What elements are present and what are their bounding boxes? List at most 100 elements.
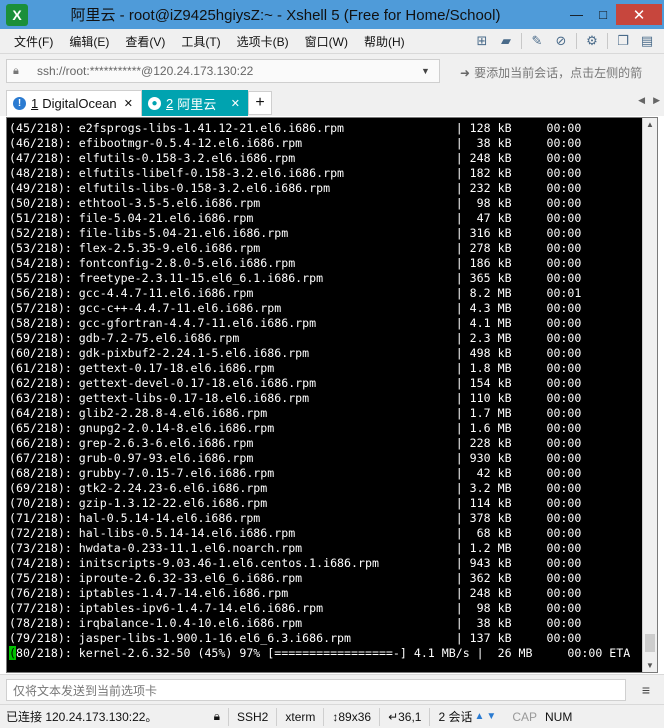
terminal-line: (54/218): fontconfig-2.8.0-5.el6.i686.rp…	[9, 256, 582, 270]
terminal-line: (56/218): gcc-4.4.7-11.el6.i686.rpm | 8.…	[9, 286, 582, 300]
terminal-line: (71/218): hal-0.5.14-14.el6.i686.rpm | 3…	[9, 511, 582, 525]
tab-number: 1	[31, 96, 39, 111]
terminal-line: (75/218): iproute-2.6.32-33.el6_6.i686.r…	[9, 571, 582, 585]
tab-scroll-arrows: ◀ ▶	[638, 95, 660, 106]
terminal-line: (49/218): elfutils-libs-0.158-3.2.el6.i6…	[9, 181, 582, 195]
session-count-field: 2 会话 ▲ ▼	[430, 705, 504, 728]
terminal-line: (45/218): e2fsprogs-libs-1.41.12-21.el6.…	[9, 121, 582, 135]
tab-aliyun[interactable]: ● 2 阿里云 ✕	[142, 90, 248, 116]
tab-label: DigitalOcean	[42, 96, 117, 111]
terminal-line: (60/218): gdk-pixbuf2-2.24.1-5.el6.i686.…	[9, 346, 582, 360]
terminal-line: (77/218): iptables-ipv6-1.4.7-14.el6.i68…	[9, 601, 582, 615]
open-folder-icon[interactable]: ▰	[497, 32, 515, 50]
terminal-line: (53/218): flex-2.5.35-9.el6.i686.rpm | 2…	[9, 241, 582, 255]
copy-icon[interactable]: ❐	[614, 32, 632, 50]
terminal-line: (48/218): elfutils-libelf-0.158-3.2.el6.…	[9, 166, 582, 180]
cursor-position-icon: ↵	[388, 709, 399, 724]
tab-digitalocean[interactable]: ! 1 DigitalOcean ✕	[6, 90, 142, 116]
hamburger-menu-icon[interactable]: ≡	[642, 682, 650, 698]
menu-file[interactable]: 文件(F)	[6, 33, 61, 50]
minimize-button[interactable]: —	[563, 4, 590, 25]
toolbar-divider	[521, 33, 522, 49]
terminal-output[interactable]: (45/218): e2fsprogs-libs-1.41.12-21.el6.…	[7, 121, 643, 671]
status-bar: 已连接 120.24.173.130:22。 🔒︎ SSH2 xterm ↕ 8…	[0, 704, 664, 728]
terminal-line: (69/218): gtk2-2.24.23-6.el6.i686.rpm | …	[9, 481, 582, 495]
terminal-cursor: (	[9, 646, 16, 660]
tab-close-icon[interactable]: ✕	[124, 97, 133, 110]
add-session-hint-text: 要添加当前会话，点击左侧的箭	[474, 66, 643, 80]
menu-tools[interactable]: 工具(T)	[173, 33, 228, 50]
tab-close-icon[interactable]: ✕	[231, 97, 240, 110]
menu-view[interactable]: 查看(V)	[117, 33, 173, 50]
title-bar: X 阿里云 - root@iZ9425hgiysZ:~ - Xshell 5 (…	[0, 0, 664, 29]
terminal-line: (76/218): iptables-1.4.7-14.el6.i686.rpm…	[9, 586, 582, 600]
add-session-hint[interactable]: ➜ 要添加当前会话，点击左侧的箭	[460, 64, 642, 81]
terminal-size-text: 89x36	[338, 709, 372, 724]
properties-icon[interactable]: ⚙	[583, 32, 601, 50]
terminal-line: (67/218): grub-0.97-93.el6.i686.rpm | 93…	[9, 451, 582, 465]
tab-status-connected-icon: ●	[148, 96, 161, 110]
terminal-line: (58/218): gcc-gfortran-4.4.7-11.el6.i686…	[9, 316, 582, 330]
download-arrow-icon[interactable]: ▼	[486, 711, 496, 722]
chevron-down-icon[interactable]: ▼	[421, 66, 439, 76]
scroll-up-icon[interactable]: ▲	[646, 120, 654, 129]
reconnect-icon[interactable]: ✎	[528, 32, 546, 50]
address-value[interactable]: ssh://root:***********@120.24.173.130:22	[37, 64, 421, 78]
terminal-size-field: ↕ 89x36	[324, 705, 379, 728]
terminal-line: (74/218): initscripts-9.03.46-1.el6.cent…	[9, 556, 582, 570]
address-field[interactable]: 🔒︎ ssh://root:***********@120.24.173.130…	[6, 59, 440, 83]
new-session-icon[interactable]: ⊞	[473, 32, 491, 50]
num-lock-indicator: NUM	[545, 709, 573, 724]
terminal-line: (55/218): freetype-2.3.11-15.el6_6.1.i68…	[9, 271, 582, 285]
session-count-text: 2 会话	[438, 710, 473, 724]
scroll-down-icon[interactable]: ▼	[646, 661, 654, 670]
toolbar-divider	[576, 33, 577, 49]
protocol-field: SSH2	[237, 709, 269, 724]
terminal-line: (62/218): gettext-devel-0.17-18.el6.i686…	[9, 376, 582, 390]
terminal-scrollbar[interactable]: ▲ ▼	[642, 118, 657, 672]
terminal-line: (50/218): ethtool-3.5-5.el6.i686.rpm | 9…	[9, 196, 582, 210]
add-session-arrow-icon[interactable]: ➜	[460, 66, 470, 80]
terminal-line: (78/218): irqbalance-1.0.4-10.el6.i686.r…	[9, 616, 582, 630]
close-button[interactable]: ✕	[616, 4, 662, 25]
maximize-button[interactable]: □	[590, 4, 616, 25]
menu-tabs[interactable]: 选项卡(B)	[229, 33, 297, 50]
tab-bar: ! 1 DigitalOcean ✕ ● 2 阿里云 ✕ + ◀ ▶	[0, 87, 664, 116]
terminal-pane[interactable]: (45/218): e2fsprogs-libs-1.41.12-21.el6.…	[6, 117, 658, 673]
terminal-line: (47/218): elfutils-0.158-3.2.el6.i686.rp…	[9, 151, 582, 165]
menu-edit[interactable]: 编辑(E)	[61, 33, 117, 50]
terminal-line: (73/218): hwdata-0.233-11.1.el6.noarch.r…	[9, 541, 582, 555]
tab-number: 2	[166, 95, 174, 111]
connection-status-text: 已连接 120.24.173.130:22。	[6, 710, 158, 724]
disconnect-icon[interactable]: ⊘	[552, 32, 570, 50]
terminal-line: (46/218): efibootmgr-0.5.4-12.el6.i686.r…	[9, 136, 582, 150]
scrollbar-thumb[interactable]	[645, 634, 655, 652]
window-title: 阿里云 - root@iZ9425hgiysZ:~ - Xshell 5 (Fr…	[70, 7, 501, 24]
address-bar: 🔒︎ ssh://root:***********@120.24.173.130…	[0, 53, 664, 87]
lock-icon: 🔒︎	[213, 709, 220, 723]
toolbar-divider	[607, 33, 608, 49]
terminal-line: (79/218): jasper-libs-1.900.1-16.el6_6.3…	[9, 631, 582, 645]
terminal-line: (51/218): file-5.04-21.el6.i686.rpm | 47…	[9, 211, 582, 225]
menu-bar: 文件(F) 编辑(E) 查看(V) 工具(T) 选项卡(B) 窗口(W) 帮助(…	[0, 29, 664, 53]
new-tab-button[interactable]: +	[248, 91, 272, 115]
terminal-line: (57/218): gcc-c++-4.4.7-11.el6.i686.rpm …	[9, 301, 582, 315]
terminal-line: (70/218): gzip-1.3.12-22.el6.i686.rpm | …	[9, 496, 582, 510]
lock-icon: 🔒︎	[13, 64, 19, 77]
toolbar: ⊞ ▰ ✎ ⊘ ⚙ ❐ ▤	[473, 32, 656, 50]
terminal-line: (68/218): grubby-7.0.15-7.el6.i686.rpm |…	[9, 466, 582, 480]
menu-window[interactable]: 窗口(W)	[297, 33, 356, 50]
terminal-line: (66/218): grep-2.6.3-6.el6.i686.rpm | 22…	[9, 436, 582, 450]
menu-help[interactable]: 帮助(H)	[356, 33, 413, 50]
tab-scroll-left-icon[interactable]: ◀	[638, 95, 645, 106]
terminal-line: (63/218): gettext-libs-0.17-18.el6.i686.…	[9, 391, 582, 405]
terminal-line: (72/218): hal-libs-0.5.14-14.el6.i686.rp…	[9, 526, 582, 540]
terminal-line: (52/218): file-libs-5.04-21.el6.i686.rpm…	[9, 226, 582, 240]
paste-icon[interactable]: ▤	[638, 32, 656, 50]
send-text-input[interactable]: 仅将文本发送到当前选项卡	[6, 679, 626, 701]
tab-scroll-right-icon[interactable]: ▶	[653, 95, 660, 106]
send-bar: 仅将文本发送到当前选项卡 ≡	[0, 674, 664, 704]
terminal-line: (65/218): gnupg2-2.0.14-8.el6.i686.rpm |…	[9, 421, 582, 435]
tab-label: 阿里云	[177, 96, 217, 112]
upload-arrow-icon[interactable]: ▲	[475, 711, 485, 722]
